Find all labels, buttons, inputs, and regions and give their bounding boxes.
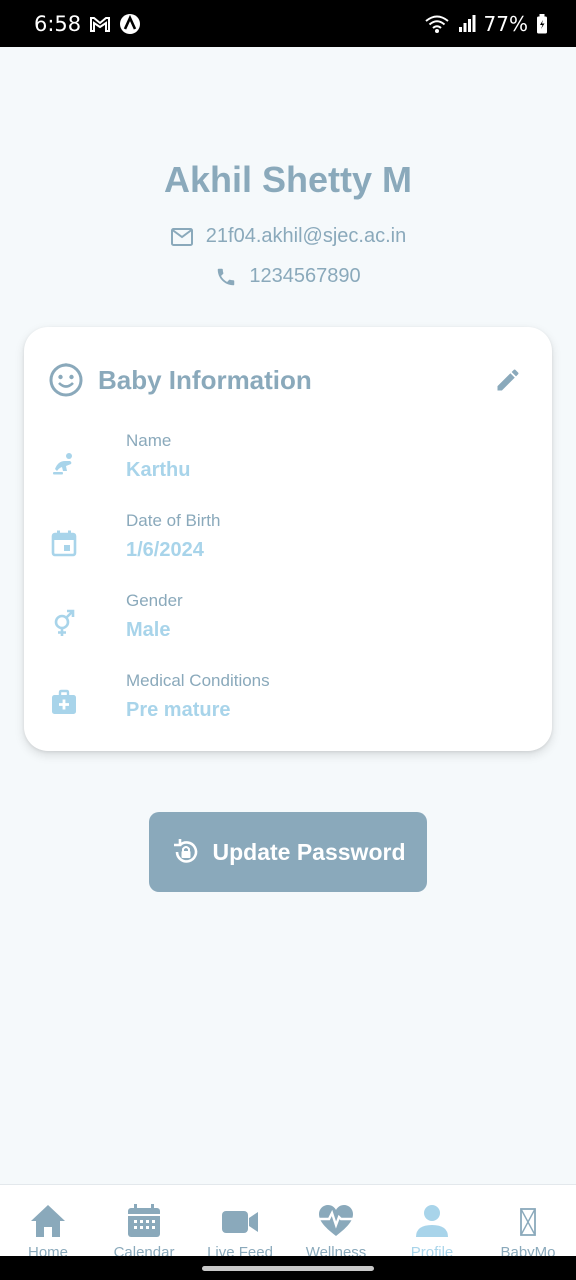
calendar-icon (128, 1204, 160, 1237)
gesture-navigation-bar (0, 1256, 576, 1280)
nav-label: Home (27, 1244, 68, 1256)
hourglass-icon (520, 1208, 536, 1236)
card-header: Baby Information (48, 361, 522, 399)
lock-reset-icon (173, 839, 197, 863)
baby-icon (53, 453, 72, 475)
status-left: 6:58 (34, 12, 141, 36)
user-name: Akhil Shetty M (163, 159, 413, 200)
phone-row: 1234567890 (0, 265, 576, 288)
nav-item-wellness[interactable]: Wellness (288, 1185, 384, 1256)
app-notification-icon (120, 13, 141, 34)
battery-icon (537, 13, 547, 33)
nav-item-babymo[interactable]: BabyMo (480, 1185, 576, 1256)
home-gesture-handle[interactable] (202, 1266, 374, 1271)
email-row: 21f04.akhil@sjec.ac.in (0, 225, 576, 248)
nav-item-live-feed[interactable]: Live Feed (192, 1185, 288, 1256)
bottom-navigation: Home Calendar Live Feed Wellness Profile… (0, 1184, 576, 1256)
status-right: 77% (424, 12, 548, 36)
heart-pulse-icon (319, 1205, 353, 1236)
battery-percent: 77% (483, 11, 528, 36)
nav-item-calendar[interactable]: Calendar (96, 1185, 192, 1256)
medical-kit-icon (52, 689, 76, 714)
field-label: Name (126, 431, 172, 450)
field-value: Male (126, 619, 171, 641)
field-label: Date of Birth (126, 511, 221, 530)
status-time: 6:58 (34, 11, 82, 36)
person-icon (416, 1205, 448, 1237)
card-title: Baby Information (98, 364, 312, 395)
field-value: Karthu (126, 459, 191, 481)
nav-label: Live Feed (207, 1244, 273, 1256)
home-icon (31, 1205, 65, 1237)
nav-label: Wellness (305, 1244, 367, 1256)
nav-item-profile[interactable]: Profile (384, 1185, 480, 1256)
field-label: Medical Conditions (126, 671, 270, 690)
gmail-icon (90, 16, 111, 32)
email-text[interactable]: 21f04.akhil@sjec.ac.in (206, 225, 406, 248)
baby-information-card: Baby Information Name Karthu Date of Bir… (24, 327, 552, 751)
info-row-medical-conditions: Medical Conditions Pre mature (50, 671, 526, 731)
edit-pencil-icon[interactable] (494, 366, 522, 394)
info-row-name: Name Karthu (50, 431, 526, 491)
status-bar: 6:58 77% (0, 0, 576, 47)
nav-label: Calendar (113, 1244, 175, 1256)
nav-label: Profile (410, 1244, 454, 1256)
calendar-icon (51, 530, 77, 557)
update-password-label: Update Password (212, 838, 406, 865)
baby-face-icon (49, 363, 83, 397)
info-row-date-of-birth: Date of Birth 1/6/2024 (50, 511, 526, 571)
field-value: 1/6/2024 (126, 539, 204, 561)
signal-icon (458, 14, 476, 32)
field-value: Pre mature (126, 699, 231, 721)
wifi-icon (424, 15, 449, 33)
update-password-button[interactable]: Update Password (149, 812, 427, 892)
email-icon (170, 227, 193, 246)
phone-icon (218, 268, 235, 285)
profile-screen: Akhil Shetty M 21f04.akhil@sjec.ac.in 12… (0, 47, 576, 1184)
nav-item-home[interactable]: Home (0, 1185, 96, 1256)
info-row-gender: Gender Male (50, 591, 526, 651)
gender-icon (54, 609, 75, 636)
phone-text[interactable]: 1234567890 (249, 265, 360, 288)
field-label: Gender (126, 591, 183, 610)
video-camera-icon (222, 1211, 258, 1233)
nav-label: BabyMo (500, 1244, 556, 1256)
